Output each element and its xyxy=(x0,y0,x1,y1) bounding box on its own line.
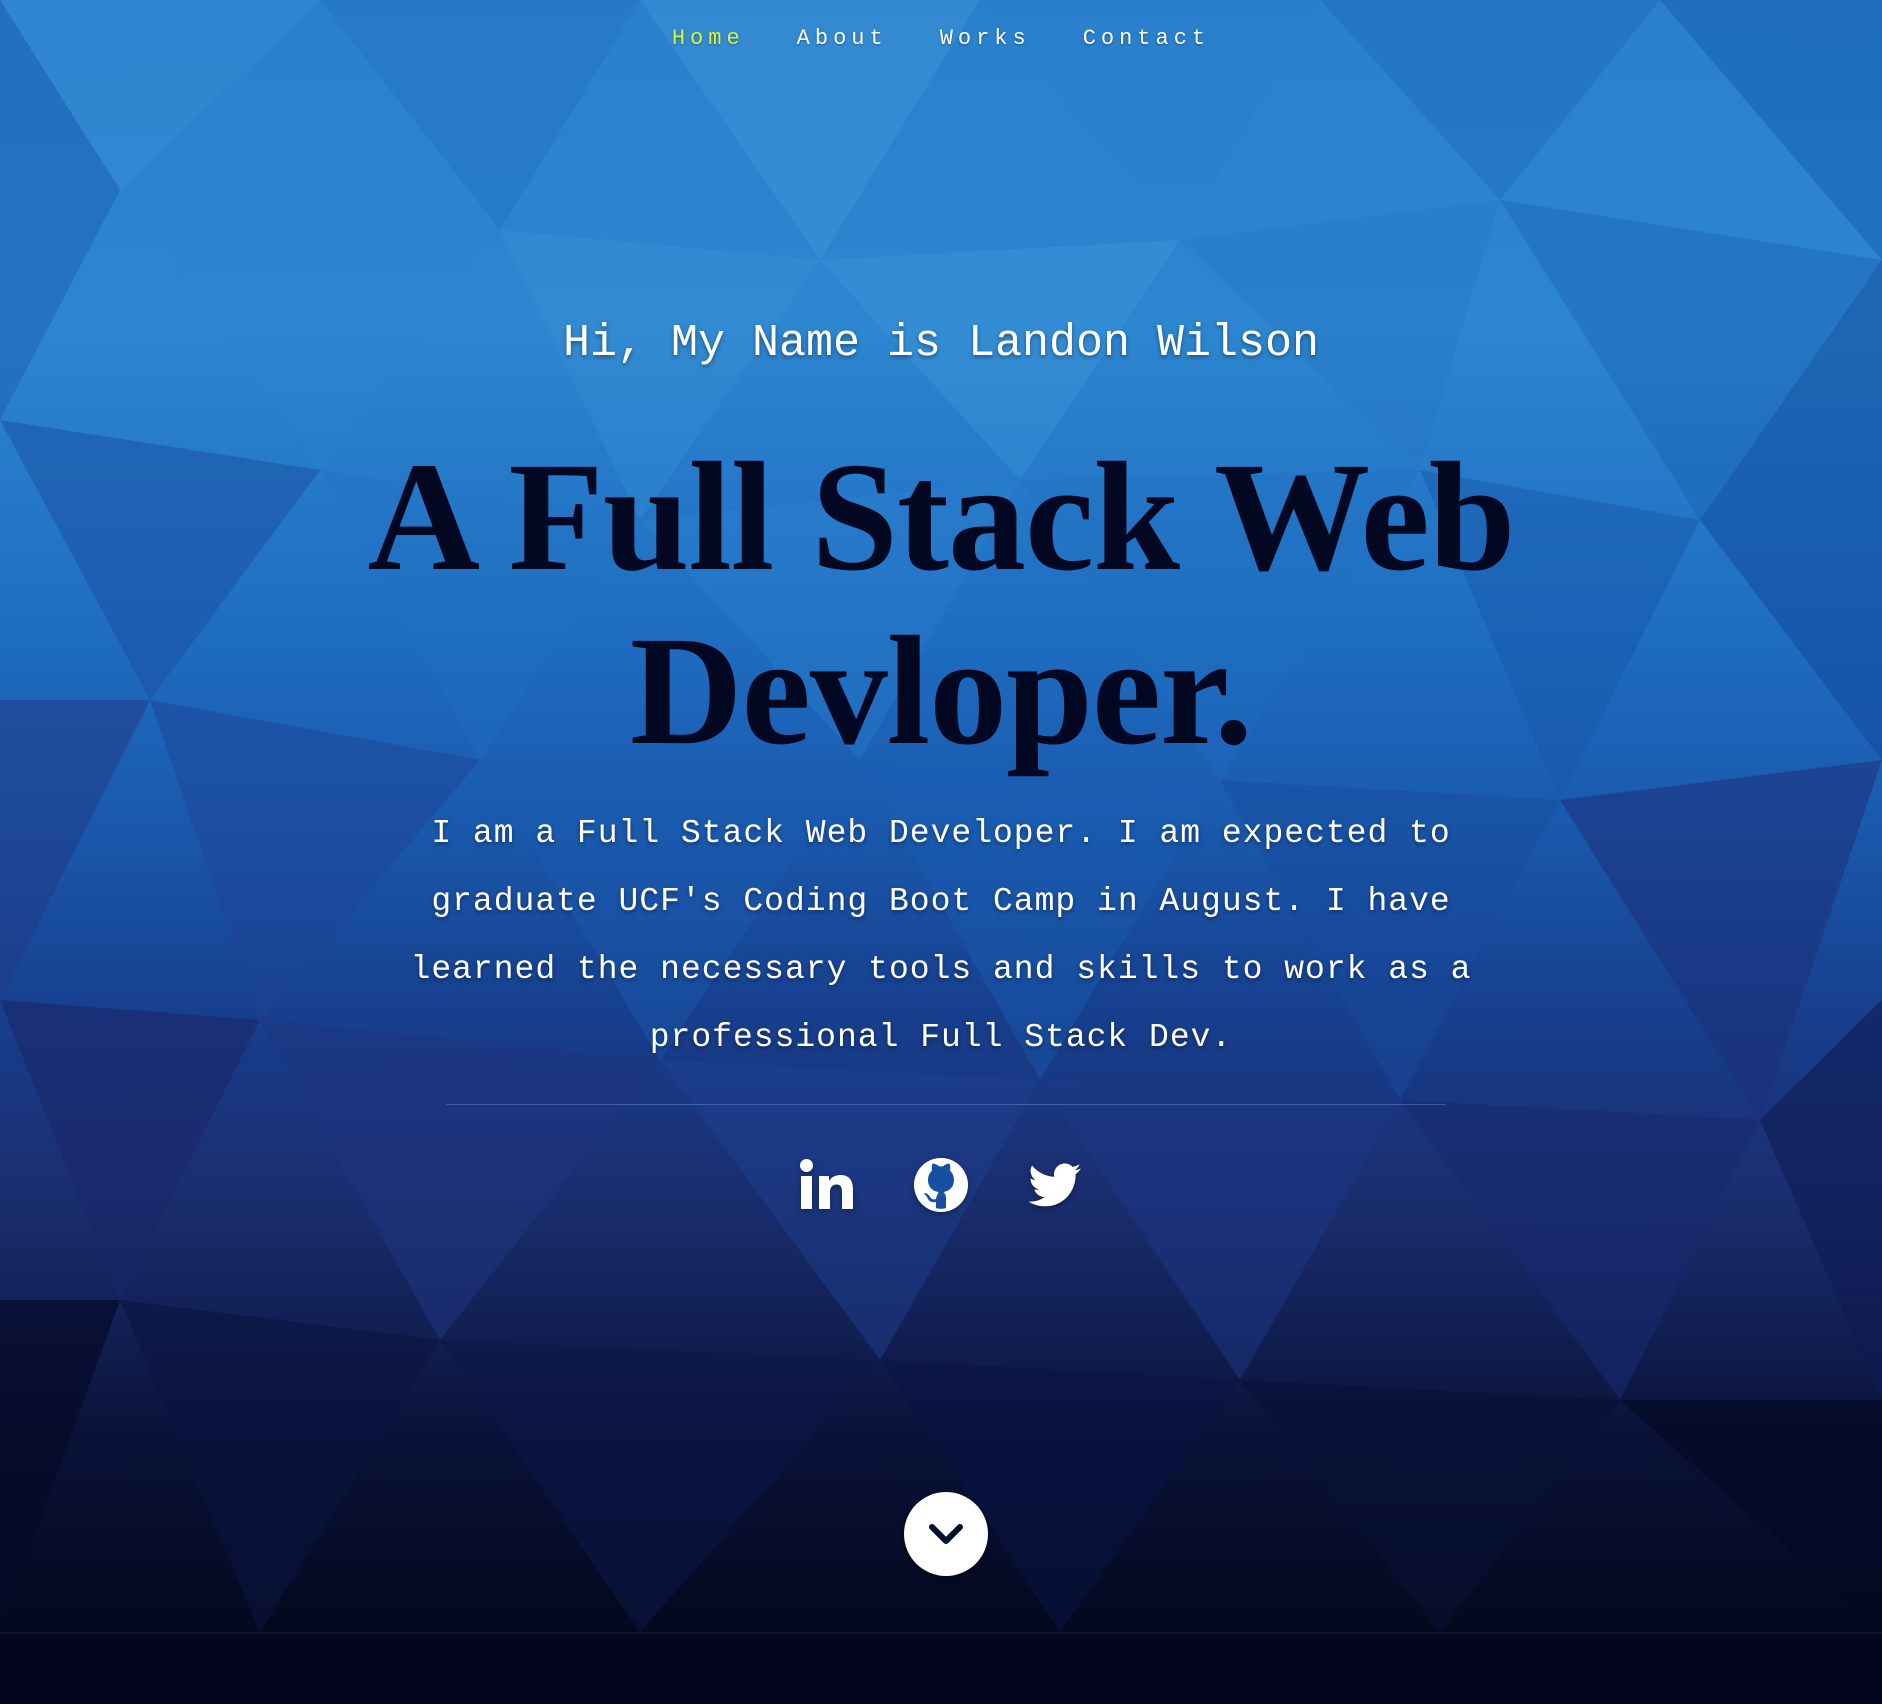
twitter-link[interactable] xyxy=(1026,1156,1084,1214)
bio-paragraph: I am a Full Stack Web Developer. I am ex… xyxy=(410,815,1472,1056)
nav-link-home[interactable]: Home xyxy=(672,26,745,51)
social-links xyxy=(0,1156,1882,1214)
main-nav: Home About Works Contact xyxy=(0,26,1882,51)
chevron-down-icon xyxy=(929,1524,963,1544)
linkedin-link[interactable] xyxy=(798,1156,856,1214)
page-title: A Full Stack Web Devloper. xyxy=(367,430,1515,777)
nav-link-works[interactable]: Works xyxy=(940,26,1031,51)
nav-link-about[interactable]: About xyxy=(797,26,888,51)
github-icon xyxy=(914,1158,968,1212)
scroll-down-button[interactable] xyxy=(904,1492,988,1576)
linkedin-icon xyxy=(800,1159,853,1209)
twitter-icon xyxy=(1028,1163,1081,1207)
nav-link-contact[interactable]: Contact xyxy=(1083,26,1210,51)
hero-section: Home About Works Contact Hi, My Name is … xyxy=(0,0,1882,1632)
divider xyxy=(446,1104,1446,1105)
github-link[interactable] xyxy=(912,1156,970,1214)
intro-text: Hi, My Name is Landon Wilson xyxy=(562,318,1320,369)
footer-band xyxy=(0,1632,1882,1704)
